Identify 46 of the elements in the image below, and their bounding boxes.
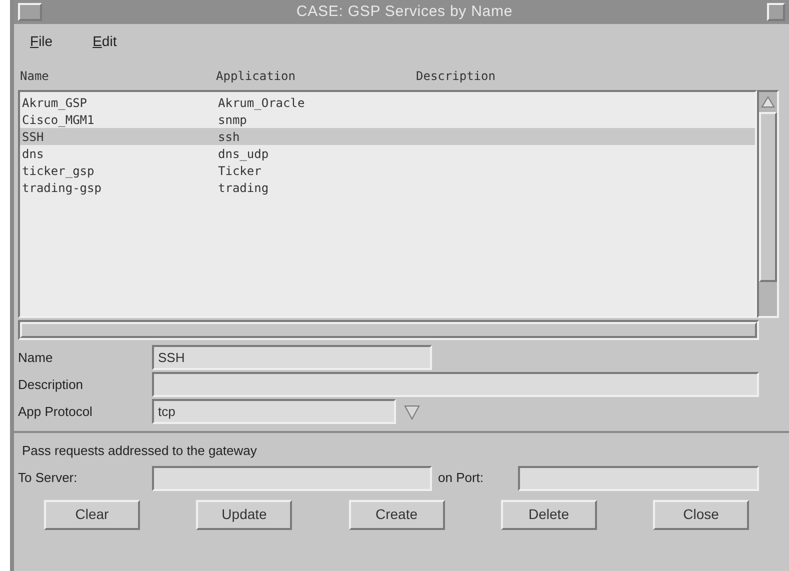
field-label: App Protocol bbox=[18, 402, 94, 421]
port-field[interactable] bbox=[518, 466, 759, 490]
table-cell-text: ticker_gsp bbox=[22, 162, 96, 180]
menu-item[interactable]: Edit bbox=[92, 30, 117, 52]
table-cell-text: Akrum_Oracle bbox=[218, 94, 306, 112]
dropdown-arrow-icon[interactable] bbox=[404, 404, 420, 420]
field-label: Name bbox=[18, 348, 54, 367]
table-cell-text: Cisco_MGM1 bbox=[22, 112, 96, 128]
scroll-up-icon[interactable] bbox=[761, 96, 775, 108]
table-cell-text: dns_udp bbox=[218, 146, 270, 162]
vertical-scrollbar[interactable] bbox=[757, 90, 779, 318]
menu-item[interactable]: File bbox=[30, 30, 53, 52]
column-header[interactable]: Application bbox=[216, 67, 416, 85]
list-row[interactable]: SSH ssh bbox=[20, 128, 755, 145]
section-heading: Pass requests addressed to the gateway bbox=[22, 443, 257, 458]
protocol-dropdown[interactable]: tcp bbox=[152, 399, 396, 424]
dialog-button[interactable]: Delete bbox=[500, 500, 597, 530]
field-label: on Port: bbox=[438, 469, 485, 488]
table-cell-text: trading-gsp bbox=[22, 180, 102, 196]
minimize-button[interactable] bbox=[767, 3, 785, 21]
list-row[interactable]: ticker_gsp Ticker bbox=[20, 162, 755, 179]
window-menu-button[interactable] bbox=[18, 3, 42, 21]
window-title: CASE: GSP Services by Name bbox=[295, 2, 514, 22]
list-row[interactable]: Cisco_MGM1 snmp bbox=[20, 111, 755, 128]
dialog-button[interactable]: Close bbox=[653, 500, 749, 530]
scroll-thumb[interactable] bbox=[759, 112, 777, 282]
description-field[interactable] bbox=[152, 372, 759, 397]
dialog-button[interactable]: Create bbox=[348, 500, 444, 530]
field-label: To Server: bbox=[18, 469, 78, 488]
table-cell-text: Ticker bbox=[218, 162, 262, 180]
list-row[interactable]: dns dns_udp bbox=[20, 145, 755, 162]
name-field[interactable]: SSH bbox=[152, 345, 432, 370]
column-header[interactable]: Description bbox=[416, 67, 616, 85]
dialog-button[interactable]: Update bbox=[196, 500, 292, 530]
table-cell-text: trading bbox=[218, 180, 270, 196]
column-header[interactable]: Name bbox=[20, 67, 216, 85]
table-cell-text: snmp bbox=[218, 112, 248, 128]
list-row[interactable]: Akrum_GSP Akrum_Oracle bbox=[20, 94, 755, 111]
field-label: Description bbox=[18, 376, 84, 394]
server-field[interactable] bbox=[152, 466, 432, 490]
table-cell-text: dns bbox=[22, 146, 45, 162]
list-row[interactable]: trading-gsp trading bbox=[20, 179, 755, 196]
dialog-button[interactable]: Clear bbox=[44, 500, 140, 530]
table-cell-text: SSH bbox=[22, 128, 45, 146]
table-cell-text: Akrum_GSP bbox=[22, 94, 88, 112]
table-cell-text: ssh bbox=[218, 128, 241, 146]
